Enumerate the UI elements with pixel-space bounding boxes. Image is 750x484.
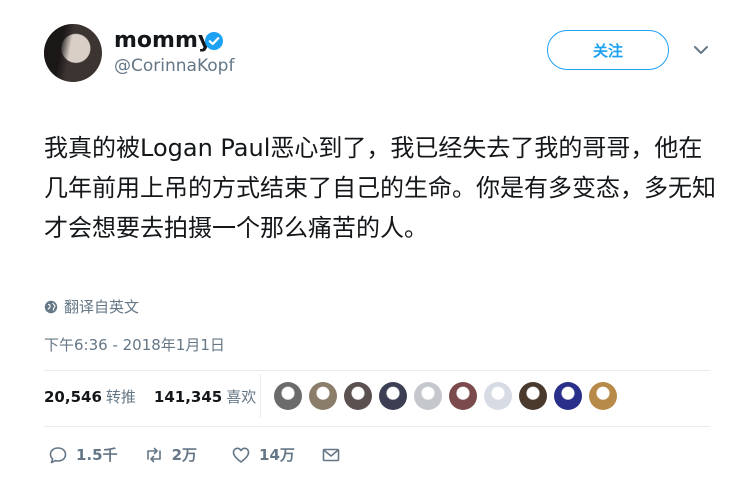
timestamp[interactable]: 下午6:36 - 2018年1月1日	[44, 334, 225, 355]
retweet-label[interactable]: 转推	[106, 386, 136, 407]
follow-button[interactable]: 关注	[547, 30, 669, 70]
liker-avatars	[274, 382, 617, 410]
direct-message-button[interactable]	[321, 445, 341, 465]
envelope-icon	[322, 448, 340, 461]
liker-avatar[interactable]	[484, 382, 512, 410]
avatar[interactable]	[44, 24, 102, 82]
tweet-text-line: 才会想要去拍摄一个那么痛苦的人。	[44, 214, 428, 242]
liker-avatar[interactable]	[379, 382, 407, 410]
retweet-button[interactable]: 2万	[144, 444, 197, 465]
liker-avatar[interactable]	[274, 382, 302, 410]
globe-icon	[44, 300, 58, 313]
liker-avatar[interactable]	[519, 382, 547, 410]
action-bar: 1.5千 2万 14万	[48, 444, 341, 465]
reply-button[interactable]: 1.5千	[48, 444, 118, 465]
user-handle[interactable]: @CorinnaKopf	[114, 56, 234, 76]
like-button[interactable]: 14万	[231, 444, 295, 465]
liker-avatar[interactable]	[554, 382, 582, 410]
verified-badge-icon	[205, 32, 223, 50]
tweet-card: 游阳 mommy @CorinnaKopf 关注 我真的被Logan Paul恶…	[0, 0, 750, 484]
tweet-text: 我真的被Logan Paul恶心到了，我已经失去了我的哥哥，他在 几年前用上吊的…	[44, 128, 724, 248]
tweet-text-line: 几年前用上吊的方式结束了自己的生命。你是有多变态，多无知	[44, 174, 716, 202]
like-label[interactable]: 喜欢	[226, 386, 256, 407]
divider	[44, 370, 710, 371]
translate-link[interactable]: 翻译自英文	[44, 296, 139, 317]
retweet-icon	[146, 447, 161, 462]
retweet-action-count: 2万	[171, 446, 198, 464]
liker-avatar[interactable]	[344, 382, 372, 410]
watermark: 游阳	[4, 10, 41, 29]
reply-count: 1.5千	[76, 446, 118, 464]
display-name[interactable]: mommy	[114, 28, 212, 53]
liker-avatar[interactable]	[589, 382, 617, 410]
tweet-stats: 20,546 转推 141,345 喜欢	[44, 386, 256, 407]
liker-avatar[interactable]	[414, 382, 442, 410]
chevron-down-icon[interactable]	[692, 44, 710, 56]
like-action-count: 14万	[259, 446, 295, 464]
translate-label: 翻译自英文	[64, 298, 140, 316]
liker-avatar[interactable]	[309, 382, 337, 410]
divider	[44, 426, 710, 427]
stats-separator	[260, 374, 261, 418]
tweet-text-line: 我真的被Logan Paul恶心到了，我已经失去了我的哥哥，他在	[44, 134, 703, 162]
like-count[interactable]: 141,345	[154, 388, 222, 406]
liker-avatar[interactable]	[449, 382, 477, 410]
heart-icon	[232, 447, 250, 463]
reply-icon	[49, 446, 67, 463]
retweet-count[interactable]: 20,546	[44, 388, 102, 406]
